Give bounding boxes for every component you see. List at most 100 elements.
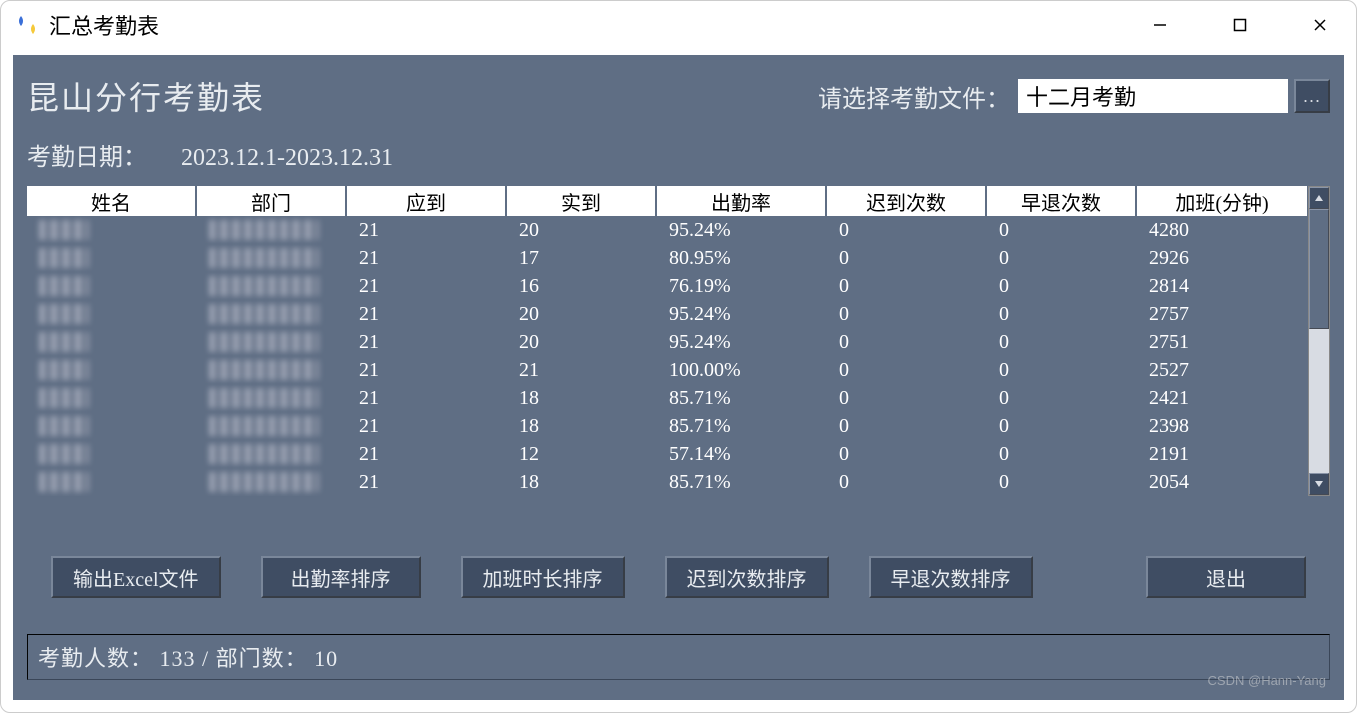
- th-early[interactable]: 早退次数: [987, 186, 1137, 216]
- cell-late: 0: [827, 440, 987, 468]
- table-row[interactable]: 211257.14%002191: [27, 440, 1308, 468]
- cell-expected: 21: [347, 440, 507, 468]
- file-prompt-label: 请选择考勤文件：: [818, 79, 1010, 114]
- cell-dept: [197, 272, 347, 300]
- scrollbar[interactable]: [1308, 186, 1330, 496]
- cell-rate: 95.24%: [657, 300, 827, 328]
- table-row[interactable]: 211676.19%002814: [27, 272, 1308, 300]
- cell-rate: 76.19%: [657, 272, 827, 300]
- button-row: 输出Excel文件 出勤率排序 加班时长排序 迟到次数排序 早退次数排序 退出: [21, 496, 1336, 628]
- maximize-button[interactable]: [1224, 9, 1256, 41]
- cell-rate: 95.24%: [657, 216, 827, 244]
- scroll-down-button[interactable]: [1309, 473, 1329, 495]
- table-row[interactable]: 211885.71%002398: [27, 412, 1308, 440]
- page-title: 昆山分行考勤表: [27, 73, 818, 119]
- file-select-input[interactable]: [1018, 79, 1288, 113]
- cell-dept: [197, 300, 347, 328]
- table-header: 姓名 部门 应到 实到 出勤率 迟到次数 早退次数 加班(分钟): [27, 186, 1308, 216]
- cell-expected: 21: [347, 384, 507, 412]
- date-row: 考勤日期： 2023.12.1-2023.12.31: [21, 127, 1336, 186]
- cell-actual: 12: [507, 440, 657, 468]
- cell-overtime: 2926: [1137, 244, 1307, 272]
- cell-expected: 21: [347, 244, 507, 272]
- table-row[interactable]: 212095.24%002757: [27, 300, 1308, 328]
- cell-overtime: 2398: [1137, 412, 1307, 440]
- cell-overtime: 2757: [1137, 300, 1307, 328]
- cell-late: 0: [827, 216, 987, 244]
- status-dept-count: 10: [314, 646, 338, 671]
- minimize-button[interactable]: [1144, 9, 1176, 41]
- cell-late: 0: [827, 468, 987, 496]
- cell-early: 0: [987, 384, 1137, 412]
- cell-name: [27, 244, 197, 272]
- th-rate[interactable]: 出勤率: [657, 186, 827, 216]
- cell-early: 0: [987, 216, 1137, 244]
- browse-button[interactable]: ...: [1294, 79, 1330, 113]
- cell-name: [27, 272, 197, 300]
- cell-name: [27, 468, 197, 496]
- cell-overtime: 2054: [1137, 468, 1307, 496]
- cell-late: 0: [827, 244, 987, 272]
- close-button[interactable]: [1304, 9, 1336, 41]
- cell-dept: [197, 356, 347, 384]
- cell-rate: 85.71%: [657, 468, 827, 496]
- cell-late: 0: [827, 328, 987, 356]
- cell-name: [27, 300, 197, 328]
- th-overtime[interactable]: 加班(分钟): [1137, 186, 1307, 216]
- sort-early-button[interactable]: 早退次数排序: [869, 556, 1033, 598]
- window-controls: [1144, 9, 1336, 41]
- export-excel-button[interactable]: 输出Excel文件: [51, 556, 221, 598]
- cell-dept: [197, 440, 347, 468]
- cell-overtime: 2527: [1137, 356, 1307, 384]
- cell-actual: 18: [507, 412, 657, 440]
- cell-expected: 21: [347, 300, 507, 328]
- cell-actual: 18: [507, 468, 657, 496]
- cell-expected: 21: [347, 328, 507, 356]
- window-title: 汇总考勤表: [49, 9, 1144, 41]
- scroll-up-button[interactable]: [1309, 187, 1329, 209]
- cell-actual: 17: [507, 244, 657, 272]
- exit-button[interactable]: 退出: [1146, 556, 1306, 598]
- table-row[interactable]: 212095.24%004280: [27, 216, 1308, 244]
- table-body: 212095.24%004280211780.95%002926211676.1…: [27, 216, 1308, 496]
- cell-late: 0: [827, 356, 987, 384]
- cell-dept: [197, 244, 347, 272]
- scroll-thumb[interactable]: [1309, 209, 1329, 329]
- cell-early: 0: [987, 468, 1137, 496]
- cell-early: 0: [987, 272, 1137, 300]
- cell-late: 0: [827, 300, 987, 328]
- sort-rate-button[interactable]: 出勤率排序: [261, 556, 421, 598]
- cell-early: 0: [987, 412, 1137, 440]
- attendance-table: 姓名 部门 应到 实到 出勤率 迟到次数 早退次数 加班(分钟) 212095.…: [27, 186, 1330, 496]
- scroll-track[interactable]: [1309, 209, 1329, 473]
- table-row[interactable]: 211885.71%002054: [27, 468, 1308, 496]
- cell-actual: 20: [507, 300, 657, 328]
- th-expected[interactable]: 应到: [347, 186, 507, 216]
- app-window: 汇总考勤表 昆山分行考勤表 请选择考勤文件： ... 考勤日期： 2023.12…: [0, 0, 1357, 713]
- th-name[interactable]: 姓名: [27, 186, 197, 216]
- table-row[interactable]: 211780.95%002926: [27, 244, 1308, 272]
- cell-name: [27, 384, 197, 412]
- cell-overtime: 2814: [1137, 272, 1307, 300]
- cell-dept: [197, 468, 347, 496]
- cell-dept: [197, 216, 347, 244]
- table-row[interactable]: 212095.24%002751: [27, 328, 1308, 356]
- cell-dept: [197, 412, 347, 440]
- cell-dept: [197, 384, 347, 412]
- th-dept[interactable]: 部门: [197, 186, 347, 216]
- status-people-count: 133: [160, 646, 196, 671]
- cell-name: [27, 440, 197, 468]
- sort-overtime-button[interactable]: 加班时长排序: [461, 556, 625, 598]
- cell-overtime: 2421: [1137, 384, 1307, 412]
- cell-rate: 100.00%: [657, 356, 827, 384]
- th-late[interactable]: 迟到次数: [827, 186, 987, 216]
- th-actual[interactable]: 实到: [507, 186, 657, 216]
- cell-name: [27, 356, 197, 384]
- cell-actual: 21: [507, 356, 657, 384]
- titlebar: 汇总考勤表: [1, 1, 1356, 49]
- cell-name: [27, 216, 197, 244]
- cell-early: 0: [987, 244, 1137, 272]
- table-row[interactable]: 2121100.00%002527: [27, 356, 1308, 384]
- sort-late-button[interactable]: 迟到次数排序: [665, 556, 829, 598]
- table-row[interactable]: 211885.71%002421: [27, 384, 1308, 412]
